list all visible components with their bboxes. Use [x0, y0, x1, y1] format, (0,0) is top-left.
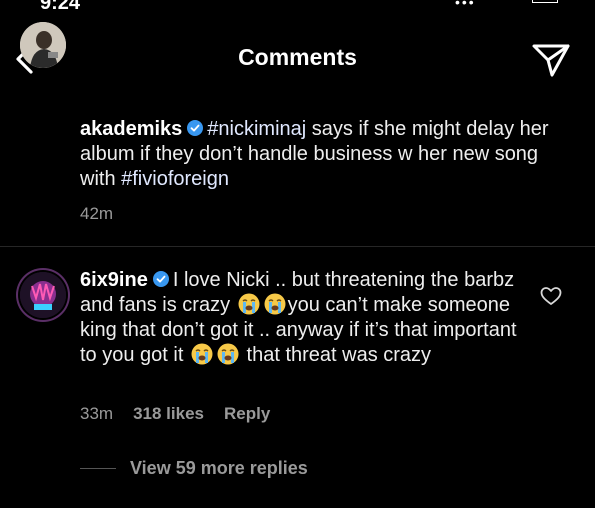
loudly-crying-face-emoji: [191, 343, 213, 365]
heart-outline-icon[interactable]: [540, 286, 562, 306]
page-title: Comments: [238, 44, 357, 70]
signal-icon: •••: [455, 0, 476, 10]
user-photo-icon: [20, 22, 66, 68]
caption-text: akademiks #nickiminaj says if she might d…: [80, 117, 560, 192]
comment-username[interactable]: 6ix9ine: [80, 269, 148, 291]
comment-meta: 33m 318 likes Reply: [80, 404, 380, 424]
user-photo-icon: [20, 272, 66, 318]
comment-time: 33m: [80, 404, 114, 423]
avatar[interactable]: [20, 22, 66, 68]
likes-count[interactable]: 318 likes: [133, 404, 204, 423]
hashtag-link[interactable]: #nickiminaj: [207, 118, 306, 140]
replies-line: [80, 468, 116, 469]
avatar[interactable]: [20, 272, 66, 318]
loudly-crying-face-emoji: [264, 293, 286, 315]
loudly-crying-face-emoji: [217, 343, 239, 365]
reply-button[interactable]: Reply: [224, 404, 270, 423]
status-time: 9:24: [40, 0, 81, 14]
loudly-crying-face-emoji: [238, 293, 260, 315]
caption-username[interactable]: akademiks: [80, 118, 182, 140]
header: Comments: [0, 30, 595, 90]
status-bar: 9:24 •••: [0, 0, 595, 14]
verified-badge-icon: [187, 120, 204, 136]
verified-badge-icon: [152, 271, 169, 287]
view-replies-label[interactable]: View 59 more replies: [130, 458, 308, 479]
divider: [0, 246, 595, 247]
comment-body: that threat was crazy: [240, 344, 432, 366]
comment-text: 6ix9ine I love Nicki .. but threatening t…: [80, 268, 530, 368]
caption-time: 42m: [80, 204, 114, 223]
paper-plane-icon[interactable]: [530, 42, 572, 78]
battery-icon: [532, 0, 558, 3]
hashtag-link[interactable]: #fivioforeign: [121, 168, 229, 190]
